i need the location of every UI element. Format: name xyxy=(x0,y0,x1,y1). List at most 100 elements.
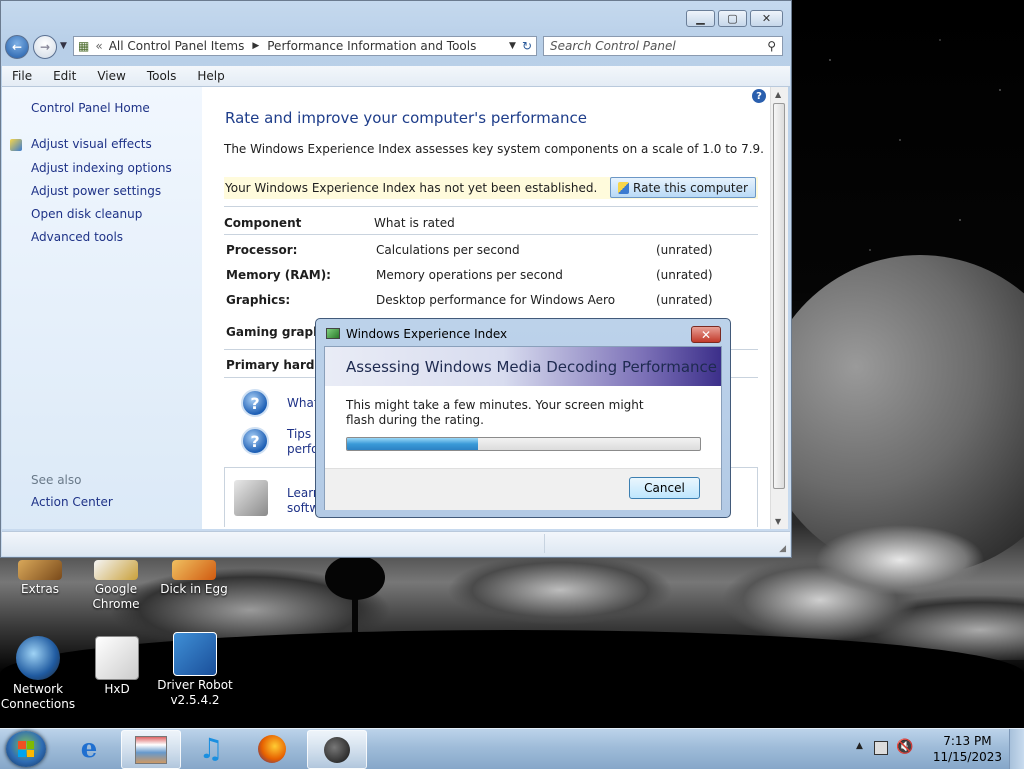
refresh-icon[interactable]: ↻ xyxy=(522,39,532,53)
action-center-link[interactable]: Action Center xyxy=(31,495,113,509)
close-button[interactable]: ✕ xyxy=(750,10,783,27)
dialog-heading: Assessing Windows Media Decoding Perform… xyxy=(346,358,718,376)
menu-help[interactable]: Help xyxy=(187,69,235,83)
dialog-message: This might take a few minutes. Your scre… xyxy=(346,398,644,427)
row-component-processor: Processor: xyxy=(226,243,298,257)
firefox-icon xyxy=(258,734,286,763)
cancel-button-label: Cancel xyxy=(644,481,685,495)
address-bar[interactable]: ▦ « All Control Panel Items ▶ Performanc… xyxy=(73,36,537,56)
recent-pages-chevron-icon[interactable]: ▼ xyxy=(60,41,67,51)
desktop-icon-hxd[interactable]: HxD xyxy=(79,636,155,697)
control-panel-icon: ▦ xyxy=(78,39,90,53)
desktop-icon-google-chrome[interactable]: Google Chrome xyxy=(78,560,154,612)
row-score-graphics: (unrated) xyxy=(656,293,713,307)
breadcrumb-all-control-panel-items[interactable]: All Control Panel Items xyxy=(109,39,245,53)
arrow-left-icon: ← xyxy=(11,40,23,54)
system-tray: ▲ 🔇 7:13 PM 11/15/2023 xyxy=(854,729,1024,769)
dialog-close-button[interactable]: ✕ xyxy=(691,326,721,343)
help-link-what[interactable]: What xyxy=(287,396,319,410)
column-header-what-is-rated: What is rated xyxy=(374,216,455,230)
breadcrumb-performance-information[interactable]: Performance Information and Tools xyxy=(267,39,476,53)
row-rated-processor: Calculations per second xyxy=(376,243,520,257)
page-title: Rate and improve your computer's perform… xyxy=(225,109,587,127)
menu-file[interactable]: File xyxy=(2,69,43,83)
taskbar-experience-index[interactable] xyxy=(307,730,367,769)
status-bar: ◢ xyxy=(2,531,790,556)
network-icon[interactable] xyxy=(874,741,888,755)
show-desktop-button[interactable] xyxy=(1009,729,1024,769)
desktop-icon-label: Extras xyxy=(21,582,59,596)
tree-image xyxy=(325,555,385,600)
help-icon[interactable]: ? xyxy=(752,89,766,103)
rate-this-computer-button[interactable]: Rate this computer xyxy=(610,177,756,198)
search-icon[interactable]: ⚲ xyxy=(767,39,776,53)
scrollbar-thumb[interactable] xyxy=(773,103,785,489)
cancel-button[interactable]: Cancel xyxy=(629,477,700,499)
vertical-scrollbar[interactable]: ▲ ▼ xyxy=(770,87,788,529)
control-panel-home-link[interactable]: Control Panel Home xyxy=(31,101,150,115)
desktop-icon-dick-in-egg[interactable]: Dick in Egg xyxy=(156,560,232,597)
see-also-heading: See also xyxy=(31,473,82,487)
adjust-visual-effects-link[interactable]: Adjust visual effects xyxy=(31,137,152,151)
arrow-right-icon: → xyxy=(39,40,51,54)
dialog-footer: Cancel xyxy=(325,468,721,510)
dialog-header: Assessing Windows Media Decoding Perform… xyxy=(325,347,721,386)
desktop-icon-extras[interactable]: Extras xyxy=(2,560,78,597)
breadcrumb-separator-icon[interactable]: ▶ xyxy=(252,41,259,51)
minimize-button[interactable]: ▁ xyxy=(686,10,715,27)
help-link-performance[interactable]: perfo xyxy=(287,442,319,456)
forward-button[interactable]: → xyxy=(33,35,57,59)
menu-edit[interactable]: Edit xyxy=(43,69,87,83)
menu-view[interactable]: View xyxy=(87,69,136,83)
desktop-icon-label: Google Chrome xyxy=(92,582,140,611)
left-navigation-pane: Control Panel Home Adjust visual effects… xyxy=(2,87,202,529)
scroll-down-icon[interactable]: ▼ xyxy=(775,517,781,526)
taskbar-itunes[interactable]: ♫ xyxy=(182,730,240,767)
status-divider xyxy=(544,534,545,553)
window-caption-buttons: ▁ ▢ ✕ xyxy=(686,10,783,27)
progress-fill xyxy=(347,438,478,450)
desktop-icon-network-connections[interactable]: Network Connections xyxy=(0,636,76,712)
windows-experience-index-dialog: Windows Experience Index ✕ Assessing Win… xyxy=(315,318,731,518)
menu-tools[interactable]: Tools xyxy=(137,69,188,83)
show-hidden-icons-icon[interactable]: ▲ xyxy=(856,741,863,751)
clock[interactable]: 7:13 PM 11/15/2023 xyxy=(933,733,1002,765)
divider xyxy=(224,234,758,235)
taskbar: e ♫ ▲ 🔇 7:13 PM 11/15/2023 xyxy=(0,728,1024,769)
shield-icon xyxy=(10,139,22,151)
taskbar-firefox[interactable] xyxy=(243,730,301,767)
breadcrumb-overflow-icon[interactable]: « xyxy=(95,39,102,53)
folder-icon xyxy=(18,560,62,580)
row-score-memory: (unrated) xyxy=(656,268,713,282)
chrome-icon xyxy=(94,560,138,580)
software-box-icon xyxy=(234,480,268,516)
address-dropdown-icon[interactable]: ▼ xyxy=(509,41,516,51)
volume-muted-icon[interactable]: 🔇 xyxy=(896,739,913,755)
open-disk-cleanup-link[interactable]: Open disk cleanup xyxy=(31,207,142,221)
desktop-icon-driver-robot[interactable]: Driver Robot v2.5.4.2 xyxy=(157,632,233,708)
question-mark-icon: ? xyxy=(241,389,269,417)
scroll-up-icon[interactable]: ▲ xyxy=(775,90,781,99)
driver-robot-icon xyxy=(173,632,217,676)
adjust-indexing-options-link[interactable]: Adjust indexing options xyxy=(31,161,172,175)
experience-index-icon xyxy=(326,328,340,339)
start-button[interactable] xyxy=(6,731,46,767)
advanced-tools-link[interactable]: Advanced tools xyxy=(31,230,123,244)
desktop-icon-label: HxD xyxy=(104,682,130,696)
resize-grip-icon[interactable]: ◢ xyxy=(779,544,786,554)
taskbar-internet-explorer[interactable]: e xyxy=(60,730,118,767)
question-mark-icon: ? xyxy=(241,427,269,455)
taskbar-control-panel[interactable] xyxy=(121,730,181,769)
close-icon: ✕ xyxy=(700,327,712,342)
row-rated-memory: Memory operations per second xyxy=(376,268,563,282)
search-input[interactable]: Search Control Panel ⚲ xyxy=(543,36,783,56)
maximize-button[interactable]: ▢ xyxy=(718,10,747,27)
row-component-graphics: Graphics: xyxy=(226,293,291,307)
control-panel-icon xyxy=(135,735,167,764)
desktop-icon-label: Driver Robot v2.5.4.2 xyxy=(157,678,233,707)
adjust-power-settings-link[interactable]: Adjust power settings xyxy=(31,184,161,198)
app-icon xyxy=(172,560,216,580)
back-button[interactable]: ← xyxy=(5,35,29,59)
column-header-component: Component xyxy=(224,216,302,230)
row-component-memory: Memory (RAM): xyxy=(226,268,331,282)
